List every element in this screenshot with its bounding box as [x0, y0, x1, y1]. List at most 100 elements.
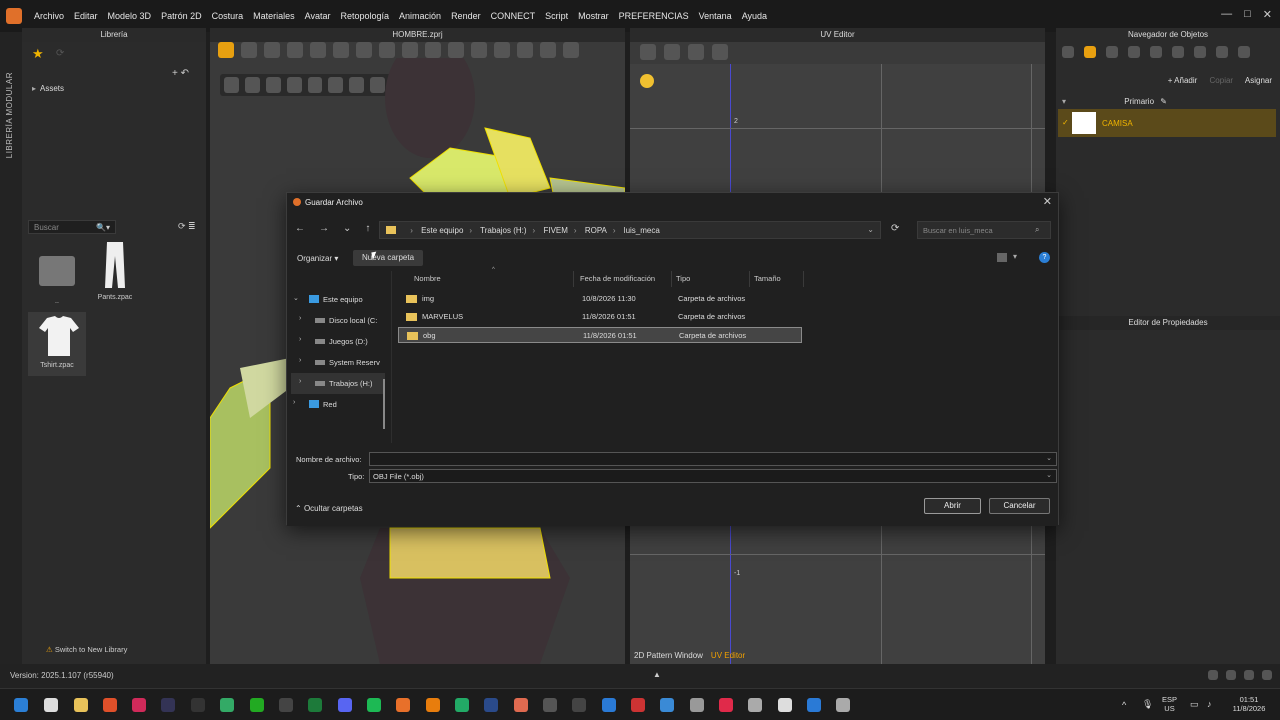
- primary-row[interactable]: ▾ Primario ✎: [1062, 97, 1272, 106]
- menu-item-15[interactable]: Ayuda: [742, 11, 767, 21]
- tree-item-disk-c[interactable]: › Disco local (C:: [291, 310, 385, 331]
- menu-item-9[interactable]: Render: [451, 11, 481, 21]
- pencil-icon[interactable]: ✎: [1160, 97, 1167, 106]
- uv-edit-icon[interactable]: [664, 44, 680, 60]
- view-dropdown-icon[interactable]: ▾: [1013, 252, 1017, 261]
- light-bulb-icon[interactable]: [640, 74, 654, 88]
- fabric-item-camisa[interactable]: ✓ CAMISA: [1058, 109, 1276, 137]
- windows-start-icon[interactable]: [14, 698, 28, 712]
- filename-input[interactable]: ⌄: [369, 452, 1057, 466]
- clo-active-icon[interactable]: [748, 698, 762, 712]
- trim-icon[interactable]: [1216, 46, 1228, 58]
- epic-icon[interactable]: [191, 698, 205, 712]
- column-size[interactable]: Tamaño: [750, 271, 804, 287]
- menu-item-10[interactable]: CONNECT: [491, 11, 536, 21]
- expand-up-icon[interactable]: ▲: [653, 670, 661, 679]
- dialog-search-input[interactable]: Buscar en luis_meca: [917, 221, 1051, 239]
- library-item-parent[interactable]: ..: [28, 248, 86, 305]
- list-view-icon[interactable]: ⟳ ≣: [178, 221, 196, 232]
- network-icon[interactable]: ▭: [1190, 699, 1199, 710]
- menu-item-7[interactable]: Retopología: [340, 11, 389, 21]
- view-options-icon[interactable]: [997, 253, 1007, 262]
- vivaldi-icon[interactable]: [132, 698, 146, 712]
- brush-tool-icon[interactable]: [310, 42, 326, 58]
- switch-library-link[interactable]: ⚠ Switch to New Library: [46, 645, 127, 654]
- menu-item-11[interactable]: Script: [545, 11, 568, 21]
- clock[interactable]: 01:51 11/8/2026: [1223, 695, 1275, 713]
- layout-icon[interactable]: [1244, 670, 1254, 680]
- tab-2d-pattern[interactable]: 2D Pattern Window: [634, 648, 703, 664]
- fold-tool-icon[interactable]: [264, 42, 280, 58]
- app-icon[interactable]: [543, 698, 557, 712]
- menu-item-8[interactable]: Animación: [399, 11, 441, 21]
- calculator-icon[interactable]: [836, 698, 850, 712]
- add-button[interactable]: + Añadir: [1168, 76, 1198, 85]
- app-icon[interactable]: [719, 698, 733, 712]
- dropdown-icon[interactable]: ⌄: [1046, 454, 1052, 462]
- column-name[interactable]: Nombre: [410, 271, 574, 287]
- spotify-icon[interactable]: [367, 698, 381, 712]
- file-row-img[interactable]: img 10/8/2026 11:30 Carpeta de archivos: [398, 291, 802, 307]
- open-button[interactable]: Abrir: [924, 498, 981, 514]
- favorites-star-icon[interactable]: ★: [32, 46, 44, 62]
- layout-icon[interactable]: [1208, 670, 1218, 680]
- app-icon[interactable]: [778, 698, 792, 712]
- menu-item-3[interactable]: Patrón 2D: [161, 11, 202, 21]
- camera-tool-icon[interactable]: [448, 42, 464, 58]
- vscode-icon[interactable]: [602, 698, 616, 712]
- mesh-tool-icon[interactable]: [402, 42, 418, 58]
- photoshop-icon[interactable]: [484, 698, 498, 712]
- tree-item-system-reserved[interactable]: › System Reserv: [291, 352, 385, 373]
- app-icon[interactable]: [631, 698, 645, 712]
- volume-icon[interactable]: ♪: [1207, 699, 1212, 709]
- path-segment[interactable]: Trabajos (H:): [480, 226, 526, 235]
- fabric-icon[interactable]: [1084, 46, 1096, 58]
- back-arrow-icon[interactable]: ←: [295, 223, 305, 234]
- uv-transform-icon[interactable]: [712, 44, 728, 60]
- checker-icon[interactable]: [1106, 46, 1118, 58]
- sim-tool-icon[interactable]: [540, 42, 556, 58]
- list-icon[interactable]: [1062, 46, 1074, 58]
- select-tool-icon[interactable]: [218, 42, 234, 58]
- pin-tool-icon[interactable]: [287, 42, 303, 58]
- layout-icon[interactable]: [1262, 670, 1272, 680]
- brave-icon[interactable]: [103, 698, 117, 712]
- path-segment[interactable]: Este equipo: [421, 226, 463, 235]
- measure-tool-icon[interactable]: [333, 42, 349, 58]
- tree-scrollbar[interactable]: [383, 379, 385, 429]
- assign-button[interactable]: Asignar: [1245, 76, 1272, 85]
- tab-uv-editor[interactable]: UV Editor: [711, 648, 745, 664]
- github-icon[interactable]: [572, 698, 586, 712]
- file-type-select[interactable]: OBJ File (*.obj) ⌄: [369, 469, 1057, 483]
- up-arrow-icon[interactable]: ↑: [365, 223, 370, 234]
- menu-item-5[interactable]: Materiales: [253, 11, 295, 21]
- help-icon[interactable]: ?: [1039, 252, 1050, 263]
- menu-item-12[interactable]: Mostrar: [578, 11, 609, 21]
- search-icon[interactable]: 🔍▾: [96, 223, 110, 232]
- column-date[interactable]: Fecha de modificación: [576, 271, 672, 287]
- close-button[interactable]: ✕: [1263, 8, 1272, 21]
- library-item-pants[interactable]: Pants.zpac: [86, 240, 144, 301]
- microphone-icon[interactable]: 🎙: [1142, 699, 1153, 710]
- column-type[interactable]: Tipo: [672, 271, 750, 287]
- excel-icon[interactable]: [308, 698, 322, 712]
- menu-item-6[interactable]: Avatar: [305, 11, 331, 21]
- assets-tree-item[interactable]: ▸ Assets: [32, 84, 64, 93]
- file-row-marvelus[interactable]: MARVELUS 11/8/2026 01:51 Carpeta de arch…: [398, 309, 802, 325]
- add-icon[interactable]: + ↶: [172, 68, 189, 79]
- steam-icon[interactable]: [161, 698, 175, 712]
- app-icon[interactable]: [514, 698, 528, 712]
- menu-item-0[interactable]: Archivo: [34, 11, 64, 21]
- language-indicator[interactable]: ESP US: [1162, 695, 1177, 713]
- path-segment[interactable]: ROPA: [585, 226, 607, 235]
- grid-tool-icon[interactable]: [425, 42, 441, 58]
- hide-folders-button[interactable]: ⌃ Ocultar carpetas: [295, 504, 363, 513]
- app-icon[interactable]: [220, 698, 234, 712]
- notion-icon[interactable]: [279, 698, 293, 712]
- app-icon[interactable]: [396, 698, 410, 712]
- address-dropdown-icon[interactable]: ⌄: [867, 225, 874, 234]
- copy-button[interactable]: Copiar: [1210, 76, 1234, 85]
- organize-button[interactable]: Organizar ▾: [297, 254, 338, 263]
- light-tool-icon[interactable]: [471, 42, 487, 58]
- refresh-icon[interactable]: ⟳: [891, 223, 899, 234]
